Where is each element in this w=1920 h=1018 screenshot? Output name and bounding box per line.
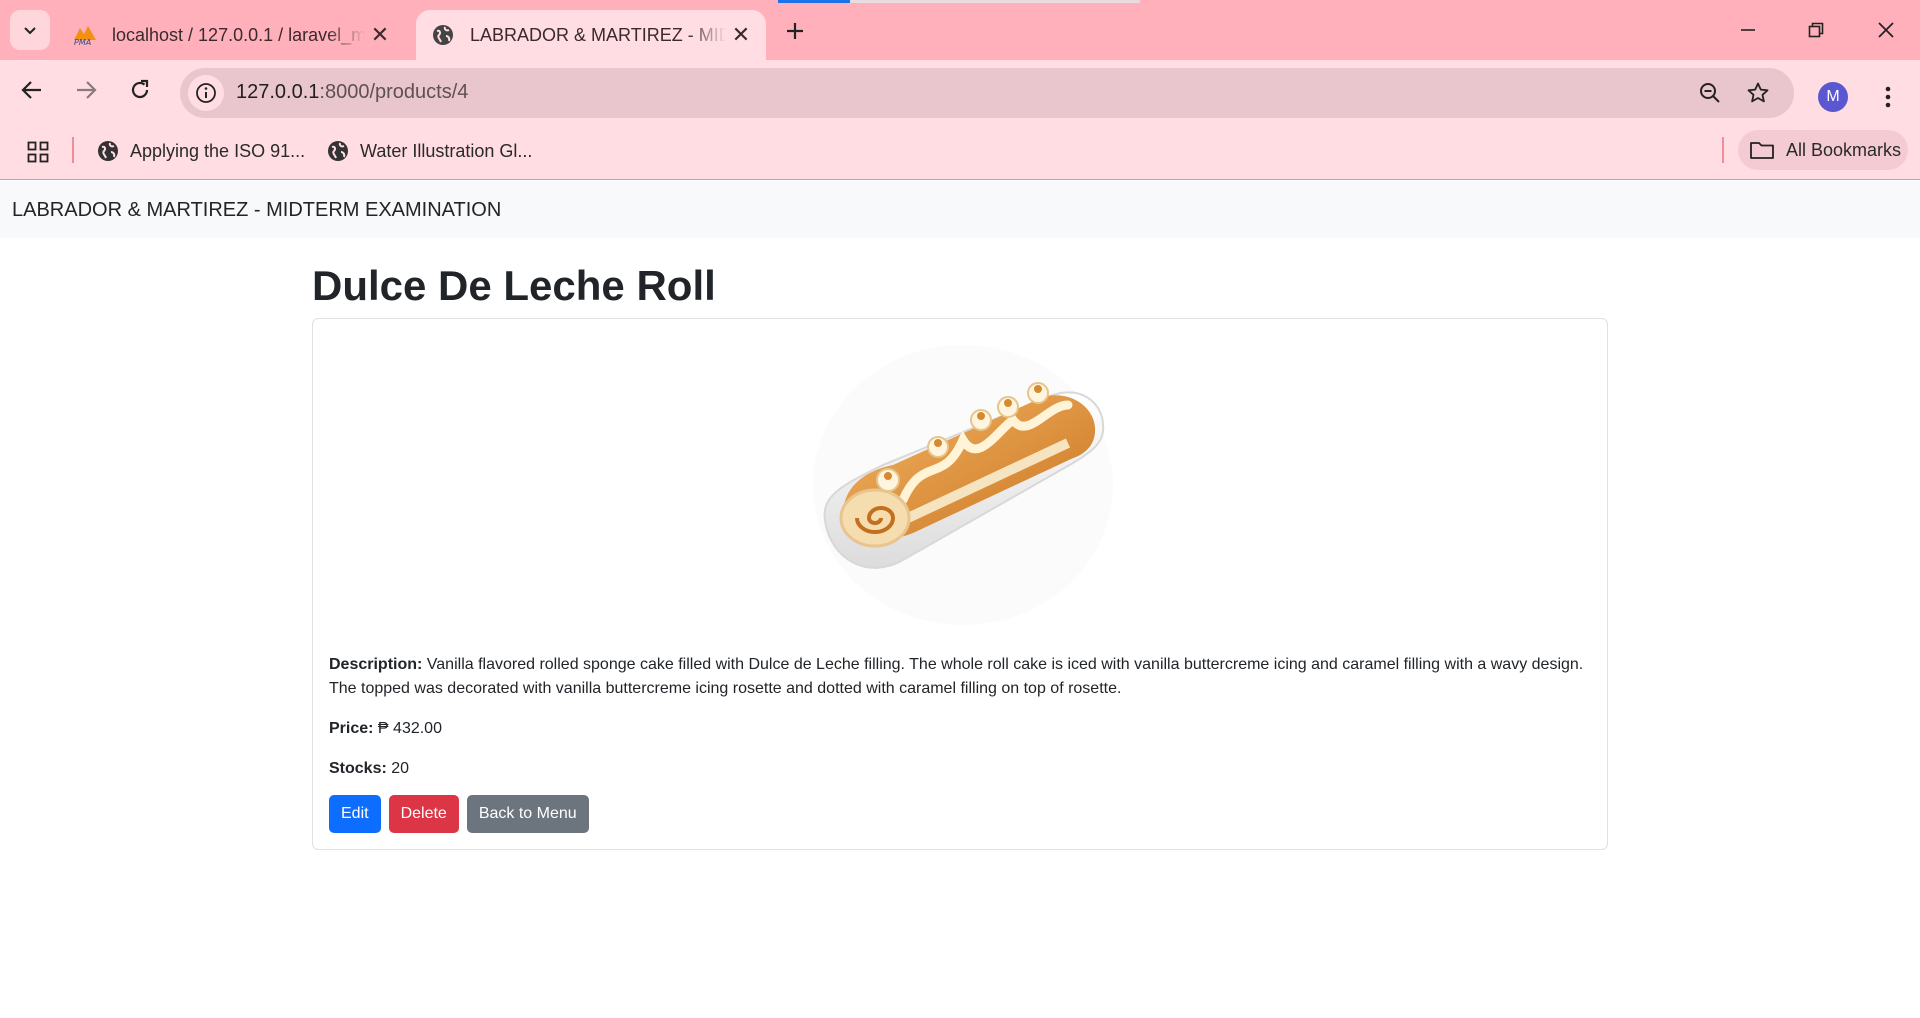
- description-label: Description:: [329, 656, 423, 673]
- tab-phpmyadmin[interactable]: PMA localhost / 127.0.0.1 / laravel_m ✕: [60, 10, 405, 60]
- zoom-out-icon: [1700, 83, 1720, 103]
- app-navbar: LABRADOR & MARTIREZ - MIDTERM EXAMINATIO…: [0, 181, 1920, 238]
- apps-grid-icon: [27, 141, 49, 163]
- tab-strip: PMA localhost / 127.0.0.1 / laravel_m ✕ …: [0, 0, 1920, 60]
- url-host: 127.0.0.1: [236, 81, 320, 103]
- product-card: Description: Vanilla flavored rolled spo…: [312, 318, 1608, 850]
- product-description: Description: Vanilla flavored rolled spo…: [329, 653, 1593, 701]
- phpmyadmin-icon: PMA: [72, 22, 98, 48]
- edit-button[interactable]: Edit: [329, 795, 381, 833]
- minimize-icon: [1741, 29, 1755, 31]
- info-icon: [196, 83, 216, 103]
- close-window-button[interactable]: [1858, 8, 1914, 52]
- product-stocks: Stocks: 20: [329, 757, 1593, 781]
- bookmarks-bar: Applying the ISO 91... Water Illustratio…: [0, 120, 1920, 180]
- browser-menu-button[interactable]: [1872, 80, 1904, 114]
- address-bar[interactable]: 127.0.0.1:8000/products/4: [180, 68, 1794, 118]
- restore-icon: [1808, 22, 1824, 38]
- back-to-menu-button[interactable]: Back to Menu: [466, 795, 589, 833]
- arrow-right-icon: [77, 81, 97, 99]
- folder-icon: [1748, 136, 1776, 164]
- product-image: [813, 345, 1113, 625]
- all-bookmarks-button[interactable]: All Bookmarks: [1738, 130, 1908, 170]
- bookmark-star-button[interactable]: [1742, 77, 1774, 109]
- arrow-left-icon: [21, 81, 41, 99]
- close-tab-icon[interactable]: ✕: [365, 20, 395, 50]
- url-path: :8000/products/4: [319, 81, 469, 103]
- close-tab-icon[interactable]: ✕: [726, 20, 756, 50]
- all-bookmarks-label: All Bookmarks: [1786, 139, 1902, 160]
- description-text: Vanilla flavored rolled sponge cake fill…: [329, 656, 1584, 697]
- globe-icon: [96, 139, 120, 163]
- star-icon: [1747, 82, 1769, 103]
- navbar-brand[interactable]: LABRADOR & MARTIREZ - MIDTERM EXAMINATIO…: [12, 199, 501, 222]
- bookmark-item[interactable]: Water Illustration Gl...: [326, 134, 532, 168]
- minimize-button[interactable]: [1720, 8, 1776, 52]
- stocks-value: 20: [391, 760, 410, 777]
- bookmarks-separator: [72, 137, 74, 163]
- action-buttons: Edit Delete Back to Menu: [329, 795, 589, 833]
- page-title: Dulce De Leche Roll: [312, 262, 716, 309]
- profile-avatar[interactable]: M: [1818, 82, 1848, 112]
- more-vert-icon: [1885, 86, 1891, 108]
- bookmark-item[interactable]: Applying the ISO 91...: [96, 134, 305, 168]
- browser-toolbar: 127.0.0.1:8000/products/4: [0, 60, 1920, 120]
- reload-icon: [131, 79, 149, 99]
- globe-icon: [326, 139, 350, 163]
- bookmark-label: Water Illustration Gl...: [360, 140, 533, 161]
- globe-icon: [430, 22, 456, 48]
- close-icon: [1878, 22, 1894, 38]
- tab-midterm[interactable]: LABRADOR & MARTIREZ - MIDTERM EXAMINATIO…: [416, 10, 766, 60]
- forward-button[interactable]: [68, 72, 104, 108]
- bookmark-label: Applying the ISO 91...: [130, 140, 306, 161]
- price-value: ₱ 432.00: [377, 720, 442, 737]
- new-tab-button[interactable]: [778, 14, 812, 48]
- price-label: Price:: [329, 720, 374, 737]
- bookmarks-separator: [1722, 137, 1724, 163]
- tab-search-button[interactable]: [10, 10, 50, 50]
- restore-button[interactable]: [1788, 8, 1844, 52]
- chevron-down-icon: [24, 27, 36, 35]
- zoom-button[interactable]: [1694, 77, 1726, 109]
- product-price: Price: ₱ 432.00: [329, 717, 1593, 741]
- url-text[interactable]: 127.0.0.1:8000/products/4: [236, 81, 468, 104]
- apps-button[interactable]: [24, 138, 52, 166]
- plus-icon: [787, 23, 803, 39]
- back-button[interactable]: [14, 72, 50, 108]
- loading-progress: [778, 0, 850, 3]
- stocks-label: Stocks:: [329, 760, 387, 777]
- loading-track: [850, 0, 1140, 3]
- tab-title: LABRADOR & MARTIREZ - MIDTERM EXAMINATIO…: [470, 24, 726, 45]
- tab-title: localhost / 127.0.0.1 / laravel_m: [112, 24, 365, 45]
- reload-button[interactable]: [122, 72, 158, 108]
- svg-text:PMA: PMA: [74, 38, 91, 46]
- delete-button[interactable]: Delete: [388, 795, 459, 833]
- site-info-button[interactable]: [188, 75, 224, 111]
